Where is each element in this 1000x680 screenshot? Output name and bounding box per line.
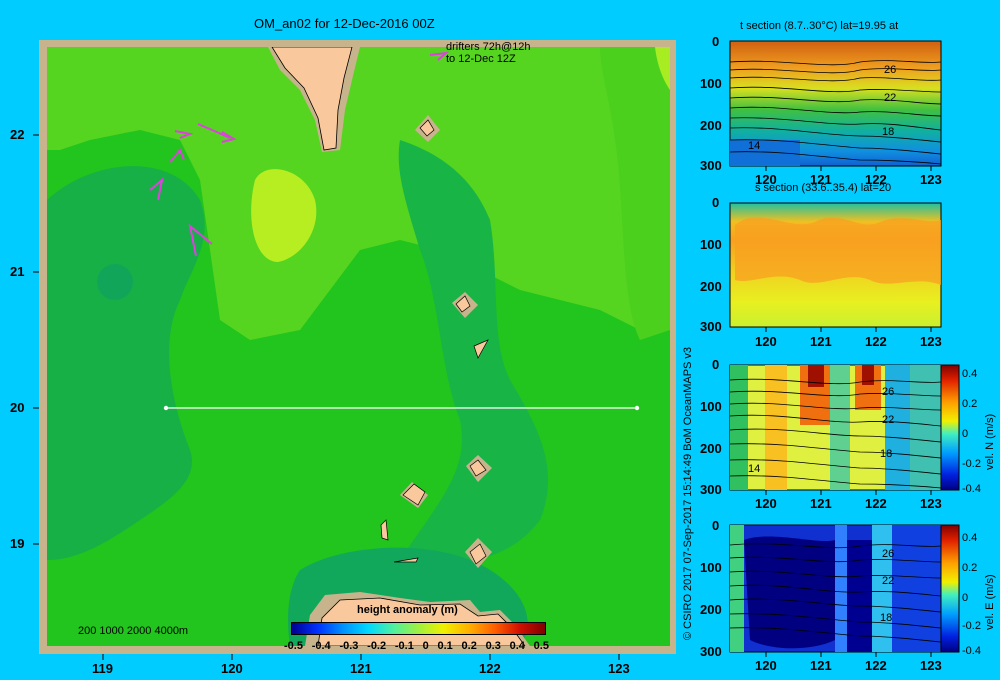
s-xtick-120: 120 [755, 334, 777, 349]
ve-xtick-123: 123 [920, 658, 942, 673]
t-xtick-122: 122 [865, 172, 887, 187]
t-ytick-0: 0 [712, 34, 720, 49]
vn-ytick-0: 0 [712, 357, 720, 372]
t-xtick-123: 123 [920, 172, 942, 187]
t-ytick-200: 200 [700, 118, 722, 133]
t-contour-22: 22 [884, 92, 897, 104]
vn-cbar-label: vel. N (m/s) [984, 413, 996, 470]
s-xtick-122: 122 [865, 334, 887, 349]
vn-cbar-0.2: 0.2 [962, 398, 978, 410]
t-contour-18: 18 [882, 126, 895, 138]
ve-ytick-200: 200 [700, 602, 722, 617]
ve-cbar-0.4: 0.4 [962, 532, 978, 544]
ve-contour-22: 22 [882, 575, 895, 587]
ve-contour-26: 26 [882, 548, 895, 560]
s-xtick-123: 123 [920, 334, 942, 349]
vn-contour-26: 26 [882, 386, 895, 398]
t-contour-14: 14 [748, 140, 761, 152]
vn-xtick-123: 123 [920, 496, 942, 511]
t-section-title: t section (8.7..30°C) lat=19.95 at [740, 20, 899, 32]
t-section-plot [729, 40, 942, 167]
ve-contour-18: 18 [880, 612, 893, 624]
s-ytick-100: 100 [700, 237, 722, 252]
ve-cbar-m0.2: -0.2 [962, 620, 981, 632]
ve-ytick-100: 100 [700, 560, 722, 575]
ve-ytick-300: 300 [700, 644, 722, 659]
s-section-plot [729, 202, 942, 328]
section-panels [729, 40, 960, 657]
vn-ytick-300: 300 [700, 482, 722, 497]
ve-cbar-0.2: 0.2 [962, 562, 978, 574]
ve-xtick-122: 122 [865, 658, 887, 673]
vn-cbar-0.4: 0.4 [962, 368, 978, 380]
ve-xtick-121: 121 [810, 658, 832, 673]
ve-cbar-0: 0 [962, 592, 969, 604]
s-xtick-121: 121 [810, 334, 832, 349]
vn-ytick-100: 100 [700, 399, 722, 414]
vn-xtick-120: 120 [755, 496, 777, 511]
t-ytick-300: 300 [700, 158, 722, 173]
vn-ytick-200: 200 [700, 441, 722, 456]
vn-xtick-122: 122 [865, 496, 887, 511]
vn-contour-18: 18 [880, 448, 893, 460]
t-xtick-120: 120 [755, 172, 777, 187]
ve-cbar-label: vel. E (m/s) [984, 574, 996, 630]
s-ytick-300: 300 [700, 319, 722, 334]
vn-xtick-121: 121 [810, 496, 832, 511]
vn-cbar-m0.4: -0.4 [962, 483, 981, 495]
vn-cbar-m0.2: -0.2 [962, 458, 981, 470]
t-contour-26: 26 [884, 64, 897, 76]
vn-contour-22: 22 [882, 414, 895, 426]
ve-section-plot [729, 524, 960, 653]
ve-xtick-120: 120 [755, 658, 777, 673]
ve-cbar-m0.4: -0.4 [962, 645, 981, 657]
s-ytick-200: 200 [700, 279, 722, 294]
ve-ytick-0: 0 [712, 518, 720, 533]
vn-section-plot [729, 364, 960, 491]
s-ytick-0: 0 [712, 195, 720, 210]
t-xtick-121: 121 [810, 172, 832, 187]
vn-cbar-0: 0 [962, 428, 969, 440]
vn-contour-14: 14 [748, 463, 761, 475]
t-ytick-100: 100 [700, 76, 722, 91]
